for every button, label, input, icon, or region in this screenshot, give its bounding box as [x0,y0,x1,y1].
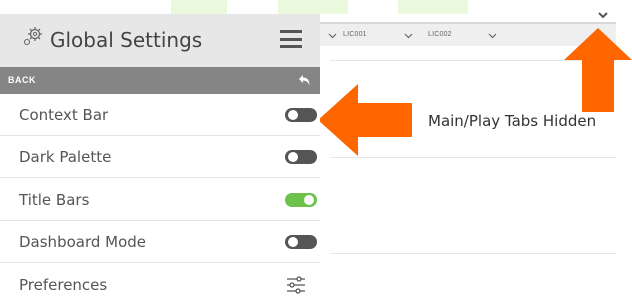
sliders-icon[interactable] [286,276,306,294]
context-item-label[interactable]: LIC002 [428,31,452,38]
setting-row-dark-palette: Dark Palette [0,136,320,178]
setting-row-preferences[interactable]: Preferences [0,264,320,305]
tab-placeholder [278,0,348,14]
chevron-down-icon[interactable] [328,33,337,39]
annotation-text: Main/Play Tabs Hidden [428,112,597,130]
context-bar-toggle[interactable] [285,108,317,122]
tab-placeholder [398,0,468,14]
global-settings-panel: Global Settings BACK Context Bar Dark Pa… [0,14,320,305]
setting-label: Dark Palette [19,148,112,166]
chevron-down-icon[interactable] [404,33,413,39]
gear-icon [23,27,42,46]
setting-label: Preferences [19,276,108,294]
setting-label: Dashboard Mode [19,233,147,251]
back-button[interactable]: BACK [0,67,320,94]
context-item-label[interactable]: LIC001 [343,31,367,38]
left-arrow-annotation [318,84,412,156]
setting-label: Title Bars [19,191,90,209]
dashboard-mode-toggle[interactable] [285,235,317,249]
setting-label: Context Bar [19,106,109,124]
chevron-down-icon[interactable] [596,10,610,20]
back-arrow-icon[interactable] [298,73,312,87]
tab-placeholder [171,0,227,14]
setting-row-context-bar: Context Bar [0,94,320,136]
panel-header: Global Settings [0,14,320,67]
panel-title: Global Settings [50,28,203,52]
hamburger-menu-icon[interactable] [280,30,302,48]
back-label: BACK [8,75,36,85]
divider [330,253,616,254]
chevron-down-icon[interactable] [488,33,497,39]
setting-row-dashboard-mode: Dashboard Mode [0,221,320,263]
up-arrow-annotation [564,28,632,112]
dark-palette-toggle[interactable] [285,150,317,164]
divider [330,157,616,158]
title-bars-toggle[interactable] [285,193,317,207]
setting-row-title-bars: Title Bars [0,179,320,221]
